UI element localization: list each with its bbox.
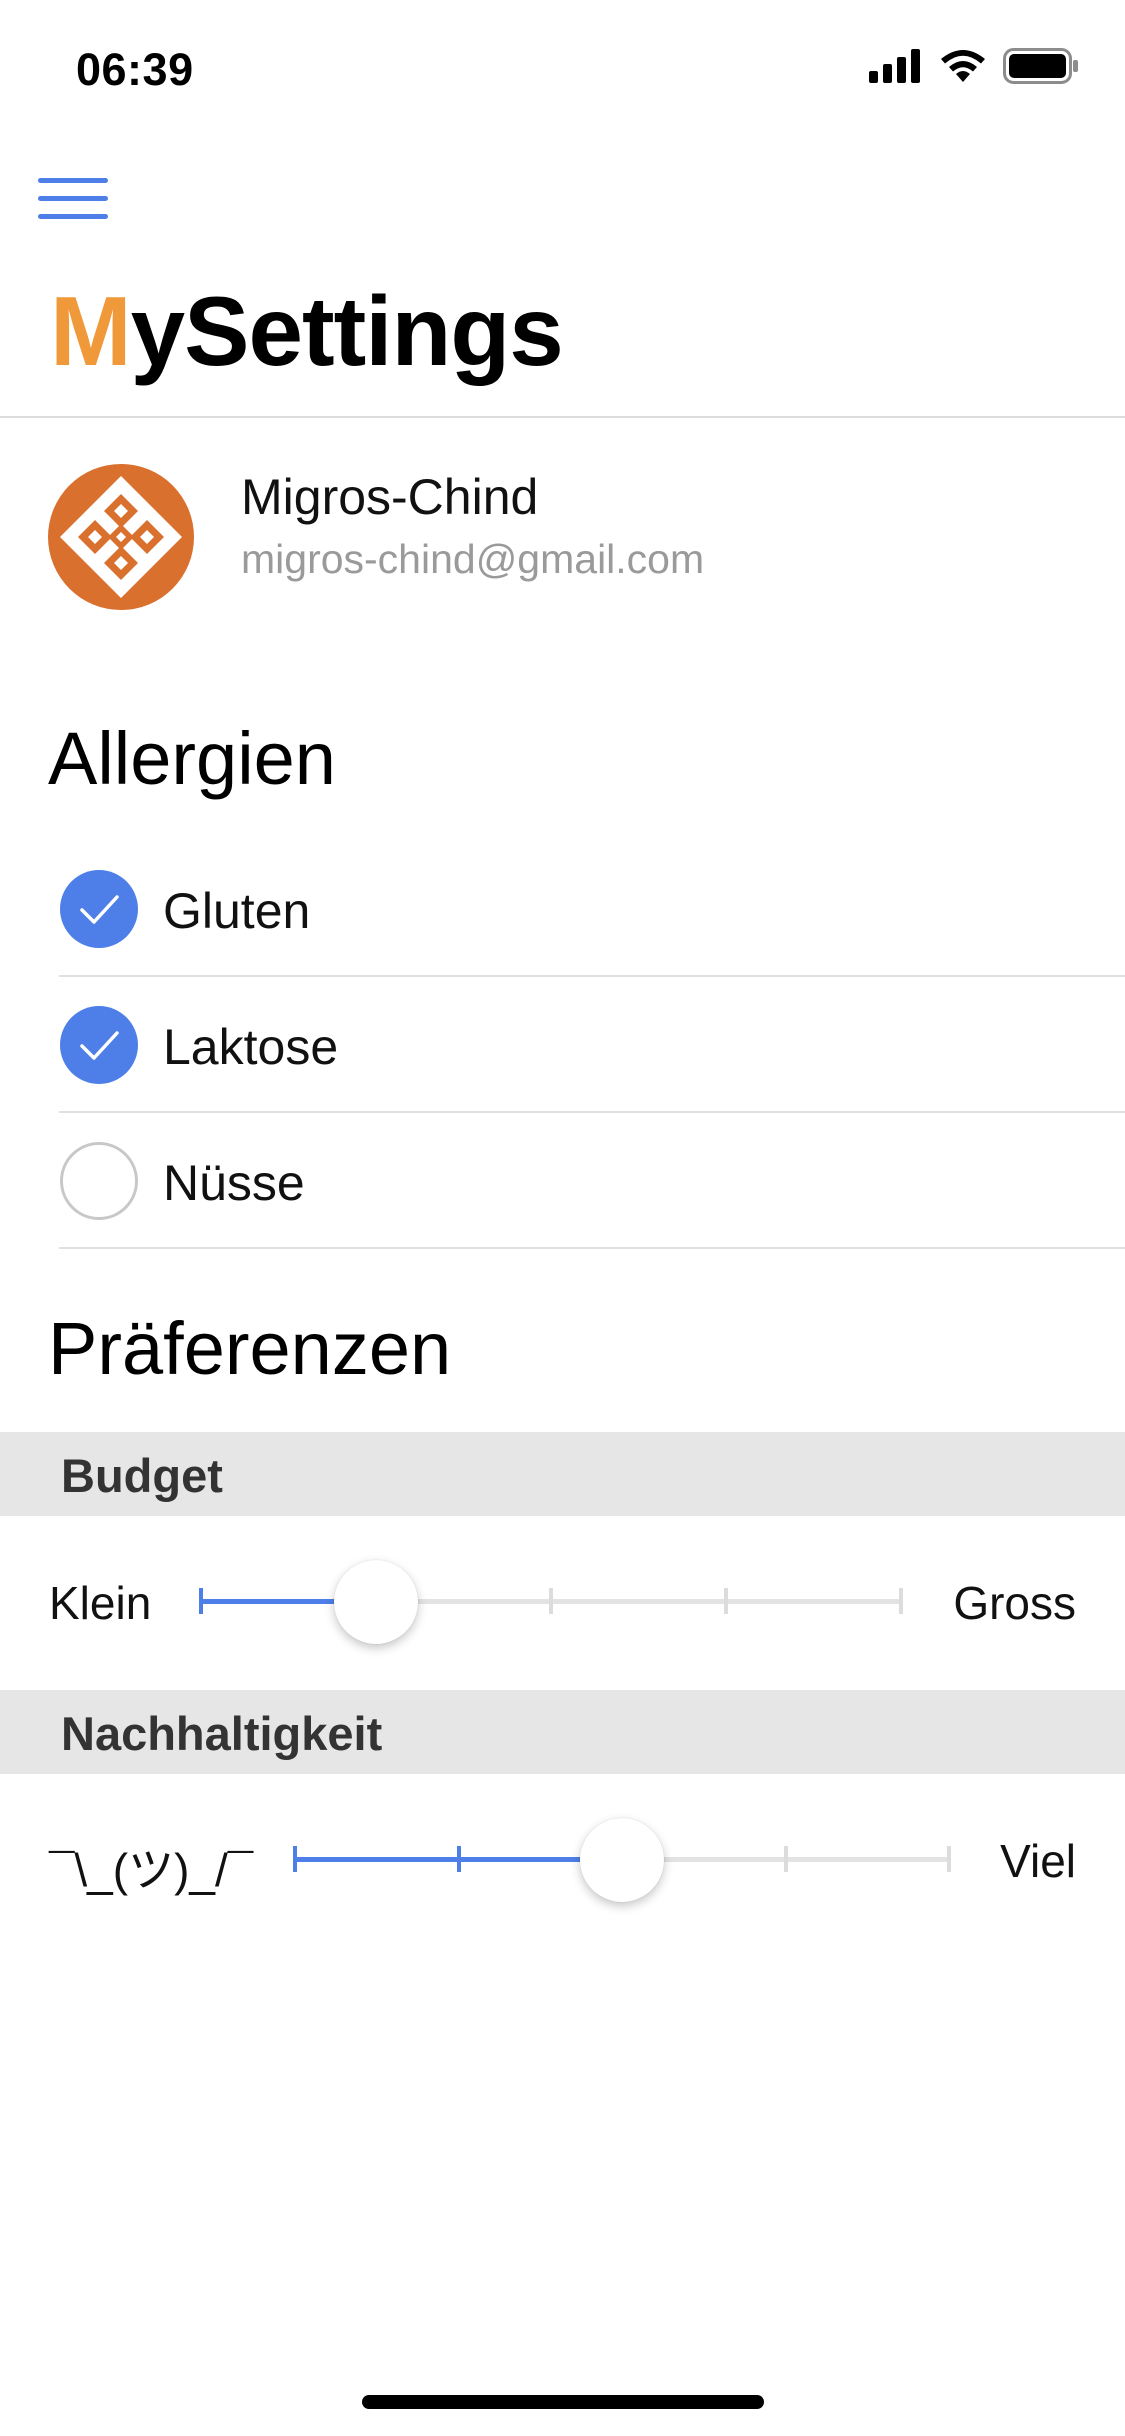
checkmark-icon[interactable] [60, 1006, 138, 1084]
wifi-icon [941, 50, 985, 82]
allergies-heading: Allergien [48, 717, 336, 800]
battery-icon [1003, 48, 1078, 84]
preferences-heading: Präferenzen [48, 1307, 452, 1390]
allergy-item-nuesse[interactable]: Nüsse [59, 1114, 1125, 1249]
home-indicator[interactable] [362, 2395, 764, 2409]
slider-tick [899, 1588, 903, 1614]
slider-thumb[interactable] [334, 1560, 418, 1644]
slider-tick [199, 1588, 203, 1614]
budget-header: Budget [0, 1432, 1125, 1516]
sustainability-title: Nachhaltigkeit [61, 1707, 383, 1760]
slider-tick [549, 1588, 553, 1614]
checkmark-icon[interactable] [60, 870, 138, 948]
allergy-label: Laktose [163, 1019, 339, 1075]
slider-tick [456, 1846, 461, 1872]
signal-icon [869, 49, 920, 83]
slider-thumb[interactable] [580, 1818, 664, 1902]
status-bar: 06:39 [0, 0, 1125, 132]
title-accent-letter: M [50, 276, 132, 386]
budget-slider[interactable] [199, 1556, 903, 1646]
budget-title: Budget [61, 1449, 223, 1502]
slider-tick [783, 1846, 788, 1872]
slider-tick [293, 1846, 297, 1872]
budget-row: Klein Gross [0, 1516, 1125, 1686]
hamburger-menu-icon[interactable] [38, 174, 110, 224]
page-title: MySettings [50, 282, 564, 380]
empty-circle-icon[interactable] [60, 1142, 138, 1220]
status-time: 06:39 [76, 44, 194, 95]
budget-max-label: Gross [953, 1577, 1076, 1629]
sustainability-header: Nachhaltigkeit [0, 1690, 1125, 1774]
row-divider [59, 1247, 1125, 1249]
sustainability-row: ¯\_(ツ)_/¯ Viel [0, 1774, 1125, 1944]
sustainability-min-label: ¯\_(ツ)_/¯ [49, 1844, 254, 1896]
title-divider [0, 416, 1125, 418]
budget-min-label: Klein [49, 1577, 152, 1629]
profile-email: migros-chind@gmail.com [241, 536, 705, 582]
status-icons [869, 48, 1079, 84]
allergy-item-gluten[interactable]: Gluten [59, 842, 1125, 977]
allergy-item-laktose[interactable]: Laktose [59, 978, 1125, 1113]
slider-tick [947, 1846, 951, 1872]
slider-tick [724, 1588, 728, 1614]
row-divider [59, 1111, 1125, 1113]
allergy-label: Nüsse [163, 1155, 305, 1211]
allergy-label: Gluten [163, 883, 311, 939]
sustainability-slider[interactable] [293, 1814, 951, 1904]
profile-name: Migros-Chind [241, 469, 539, 525]
sustainability-max-label: Viel [1000, 1835, 1076, 1887]
title-rest: ySettings [130, 276, 564, 386]
row-divider [59, 975, 1125, 977]
avatar-pattern-icon[interactable] [48, 464, 194, 610]
